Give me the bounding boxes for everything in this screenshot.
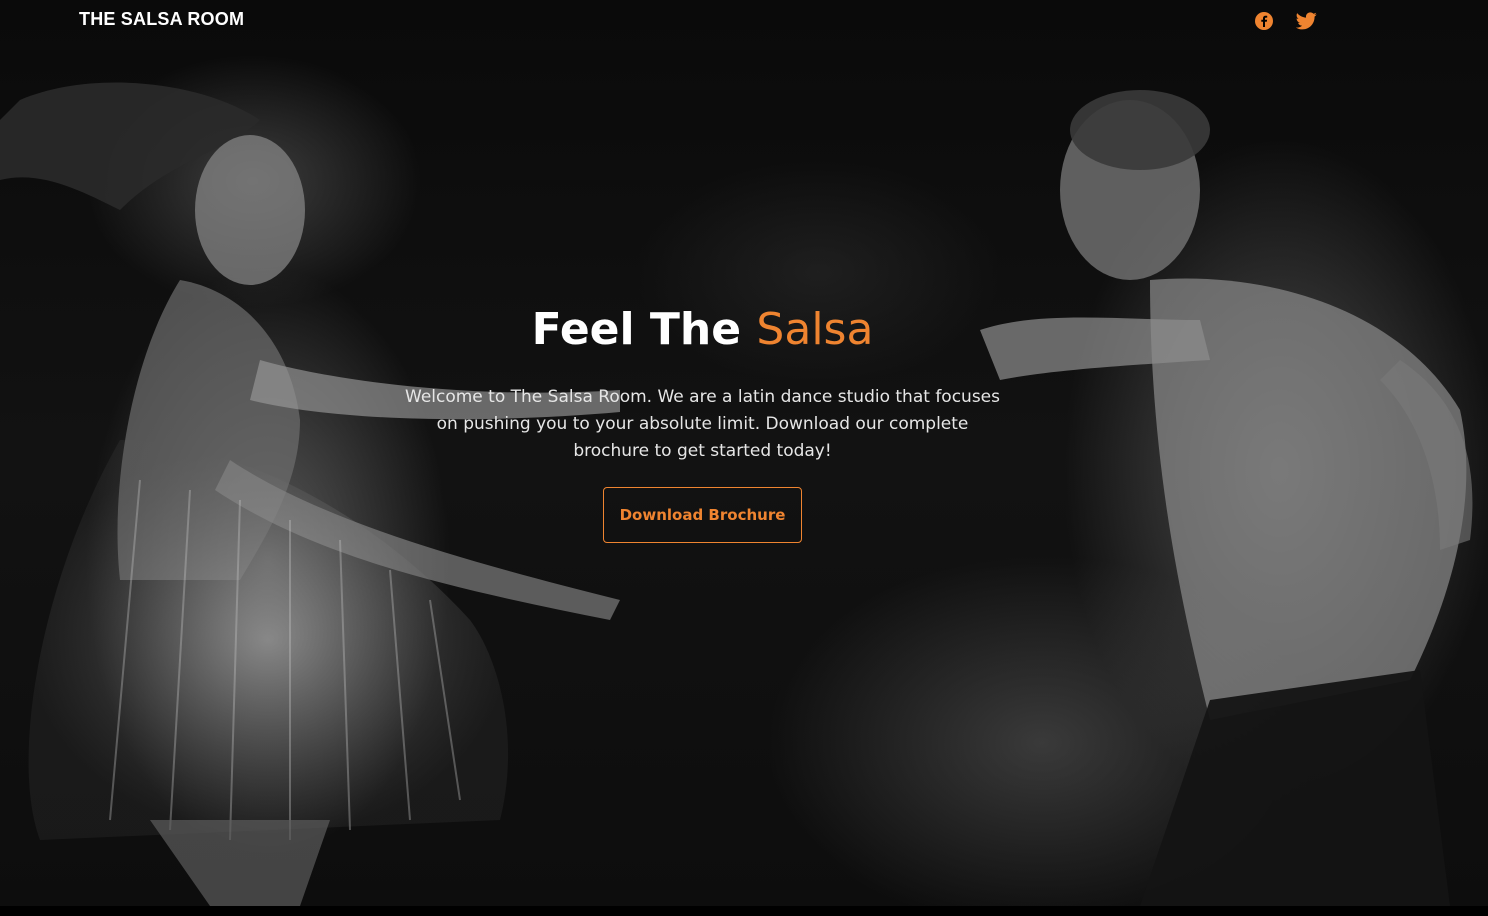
download-brochure-button[interactable]: Download Brochure [602, 487, 803, 543]
facebook-link[interactable] [1253, 10, 1274, 31]
hero-headline: Feel The Salsa [380, 298, 1025, 362]
facebook-icon [1254, 11, 1273, 30]
headline-text: Feel The [531, 304, 757, 355]
dancer-man-image [980, 80, 1488, 906]
bottom-strip [0, 906, 1488, 916]
navbar: THE SALSA ROOM [0, 0, 1488, 44]
brand-logo-link[interactable]: THE SALSA ROOM [79, 9, 244, 30]
twitter-icon [1296, 11, 1317, 29]
hero-section: THE SALSA ROOM Feel The Salsa Welcome to… [0, 0, 1488, 906]
hero-content: Feel The Salsa Welcome to The Salsa Room… [380, 298, 1025, 543]
hero-intro-text: Welcome to The Salsa Room. We are a lati… [405, 387, 1000, 461]
twitter-link[interactable] [1296, 10, 1317, 31]
social-links [1253, 10, 1317, 31]
headline-accent: Salsa [756, 304, 874, 355]
